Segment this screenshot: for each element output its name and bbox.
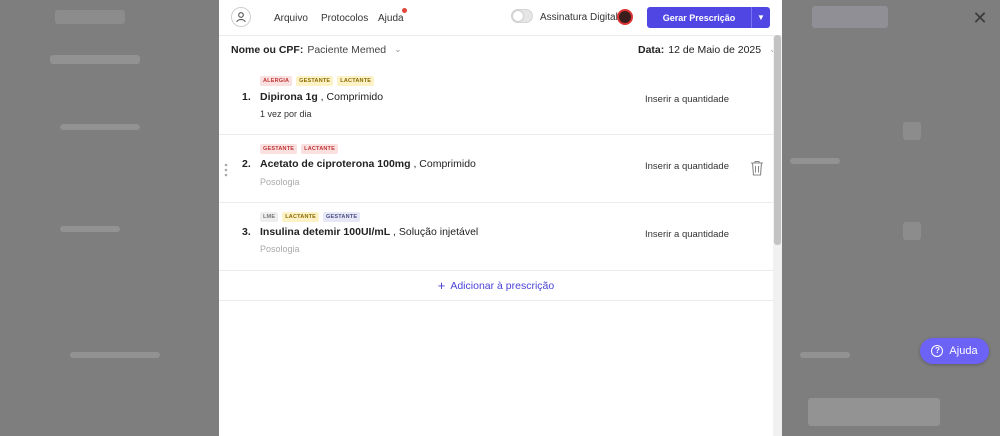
item-tags: GESTANTE LACTANTE bbox=[260, 144, 338, 154]
drug-text[interactable]: Insulina detemir 100UI/mL , Solução inje… bbox=[260, 226, 478, 238]
digital-signature-label: Assinatura Digital bbox=[540, 12, 618, 23]
posology[interactable]: Posologia bbox=[260, 177, 300, 187]
chevron-down-icon: ⌄ bbox=[394, 44, 402, 54]
prescription-item[interactable]: LME LACTANTE GESTANTE 3. Insulina detemi… bbox=[219, 203, 773, 270]
digital-signature-toggle[interactable] bbox=[511, 9, 533, 23]
drug-name: Insulina detemir 100UI/mL bbox=[260, 226, 391, 238]
signature-badge-icon bbox=[617, 9, 633, 25]
add-to-prescription-label: Adicionar à prescrição bbox=[450, 280, 555, 292]
patient-value: Paciente Memed bbox=[307, 44, 387, 56]
tag-gestante: GESTANTE bbox=[260, 144, 298, 154]
item-number: 2. bbox=[242, 158, 251, 170]
tag-lme: LME bbox=[260, 212, 279, 222]
drug-text[interactable]: Acetato de ciproterona 100mg , Comprimid… bbox=[260, 158, 476, 170]
menu-protocolos[interactable]: Protocolos bbox=[321, 13, 368, 24]
item-tags: ALERGIA GESTANTE LACTANTE bbox=[260, 76, 375, 86]
item-tags: LME LACTANTE GESTANTE bbox=[260, 212, 361, 222]
tag-alergia: ALERGIA bbox=[260, 76, 293, 86]
drug-form: , Comprimido bbox=[410, 158, 476, 170]
modal-toolbar: Arquivo Protocolos Ajuda Assinatura Digi… bbox=[219, 0, 782, 35]
tag-lactante: LACTANTE bbox=[282, 212, 320, 222]
posology[interactable]: Posologia bbox=[260, 244, 300, 254]
drug-form: , Comprimido bbox=[317, 91, 384, 103]
tag-lactante: LACTANTE bbox=[337, 76, 375, 86]
drug-text[interactable]: Dipirona 1g , Comprimido bbox=[260, 91, 383, 103]
generate-prescription-label: Gerar Prescrição bbox=[662, 12, 736, 23]
date-selector[interactable]: Data: 12 de Maio de 2025 ⌄ bbox=[638, 44, 777, 56]
user-icon[interactable] bbox=[231, 7, 251, 27]
plus-icon: + bbox=[437, 278, 446, 293]
chevron-down-icon[interactable]: ▼ bbox=[752, 13, 770, 22]
patient-selector[interactable]: Nome ou CPF: Paciente Memed ⌄ bbox=[231, 44, 402, 56]
item-number: 3. bbox=[242, 226, 251, 238]
help-icon: ? bbox=[931, 345, 944, 357]
prescription-item[interactable]: GESTANTE LACTANTE 2. Acetato de ciproter… bbox=[219, 135, 773, 202]
trash-icon[interactable] bbox=[750, 160, 764, 181]
scrollbar-thumb[interactable] bbox=[774, 35, 781, 245]
quantity-input[interactable]: Inserir a quantidade bbox=[645, 161, 729, 172]
patient-label: Nome ou CPF: bbox=[231, 44, 304, 56]
tag-gestante: GESTANTE bbox=[296, 76, 334, 86]
notification-dot bbox=[402, 8, 407, 13]
date-label: Data: bbox=[638, 44, 665, 56]
drag-handle-icon[interactable] bbox=[224, 163, 228, 177]
item-number: 1. bbox=[242, 91, 251, 103]
menu-arquivo[interactable]: Arquivo bbox=[274, 13, 308, 24]
drug-name: Dipirona 1g bbox=[260, 91, 318, 103]
close-icon[interactable]: ✕ bbox=[972, 9, 988, 27]
help-button-label: Ajuda bbox=[949, 345, 978, 357]
drug-name: Acetato de ciproterona 100mg bbox=[260, 158, 411, 170]
quantity-input[interactable]: Inserir a quantidade bbox=[645, 94, 729, 105]
date-value: 12 de Maio de 2025 bbox=[668, 44, 762, 56]
help-button[interactable]: ? Ajuda bbox=[920, 338, 989, 364]
posology[interactable]: 1 vez por dia bbox=[260, 109, 312, 119]
quantity-input[interactable]: Inserir a quantidade bbox=[645, 229, 729, 240]
tag-gestante: GESTANTE bbox=[323, 212, 361, 222]
menu-ajuda[interactable]: Ajuda bbox=[378, 13, 404, 24]
add-to-prescription-button[interactable]: + Adicionar à prescrição bbox=[219, 272, 773, 300]
generate-prescription-button[interactable]: Gerar Prescrição ▼ bbox=[647, 7, 770, 28]
drug-form: , Solução injetável bbox=[390, 226, 479, 238]
tag-lactante: LACTANTE bbox=[301, 144, 338, 154]
prescription-item[interactable]: ALERGIA GESTANTE LACTANTE 1. Dipirona 1g… bbox=[219, 68, 773, 134]
prescription-modal: Arquivo Protocolos Ajuda Assinatura Digi… bbox=[219, 0, 782, 436]
